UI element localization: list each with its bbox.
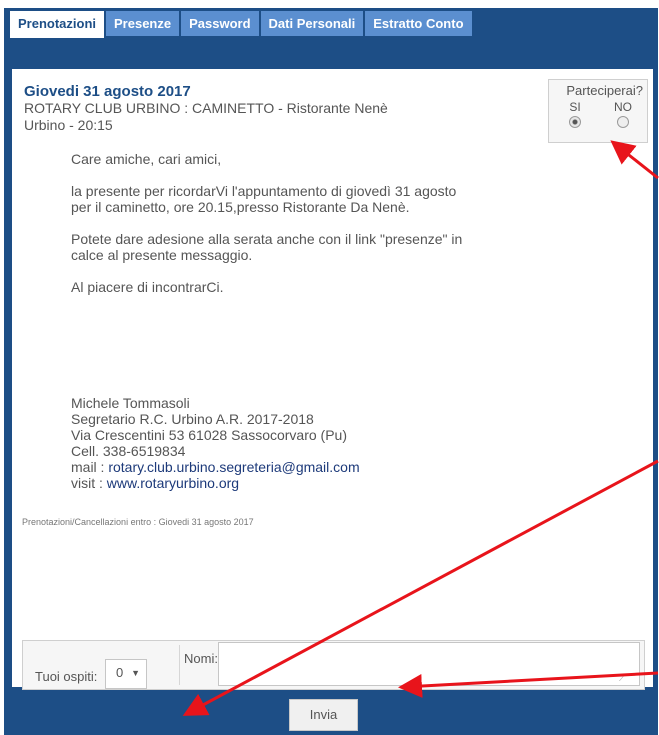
arrow-annotation	[398, 671, 659, 698]
annotation-arrows	[182, 140, 659, 716]
arrow-annotation	[182, 459, 659, 716]
arrow-annotation	[610, 140, 659, 180]
